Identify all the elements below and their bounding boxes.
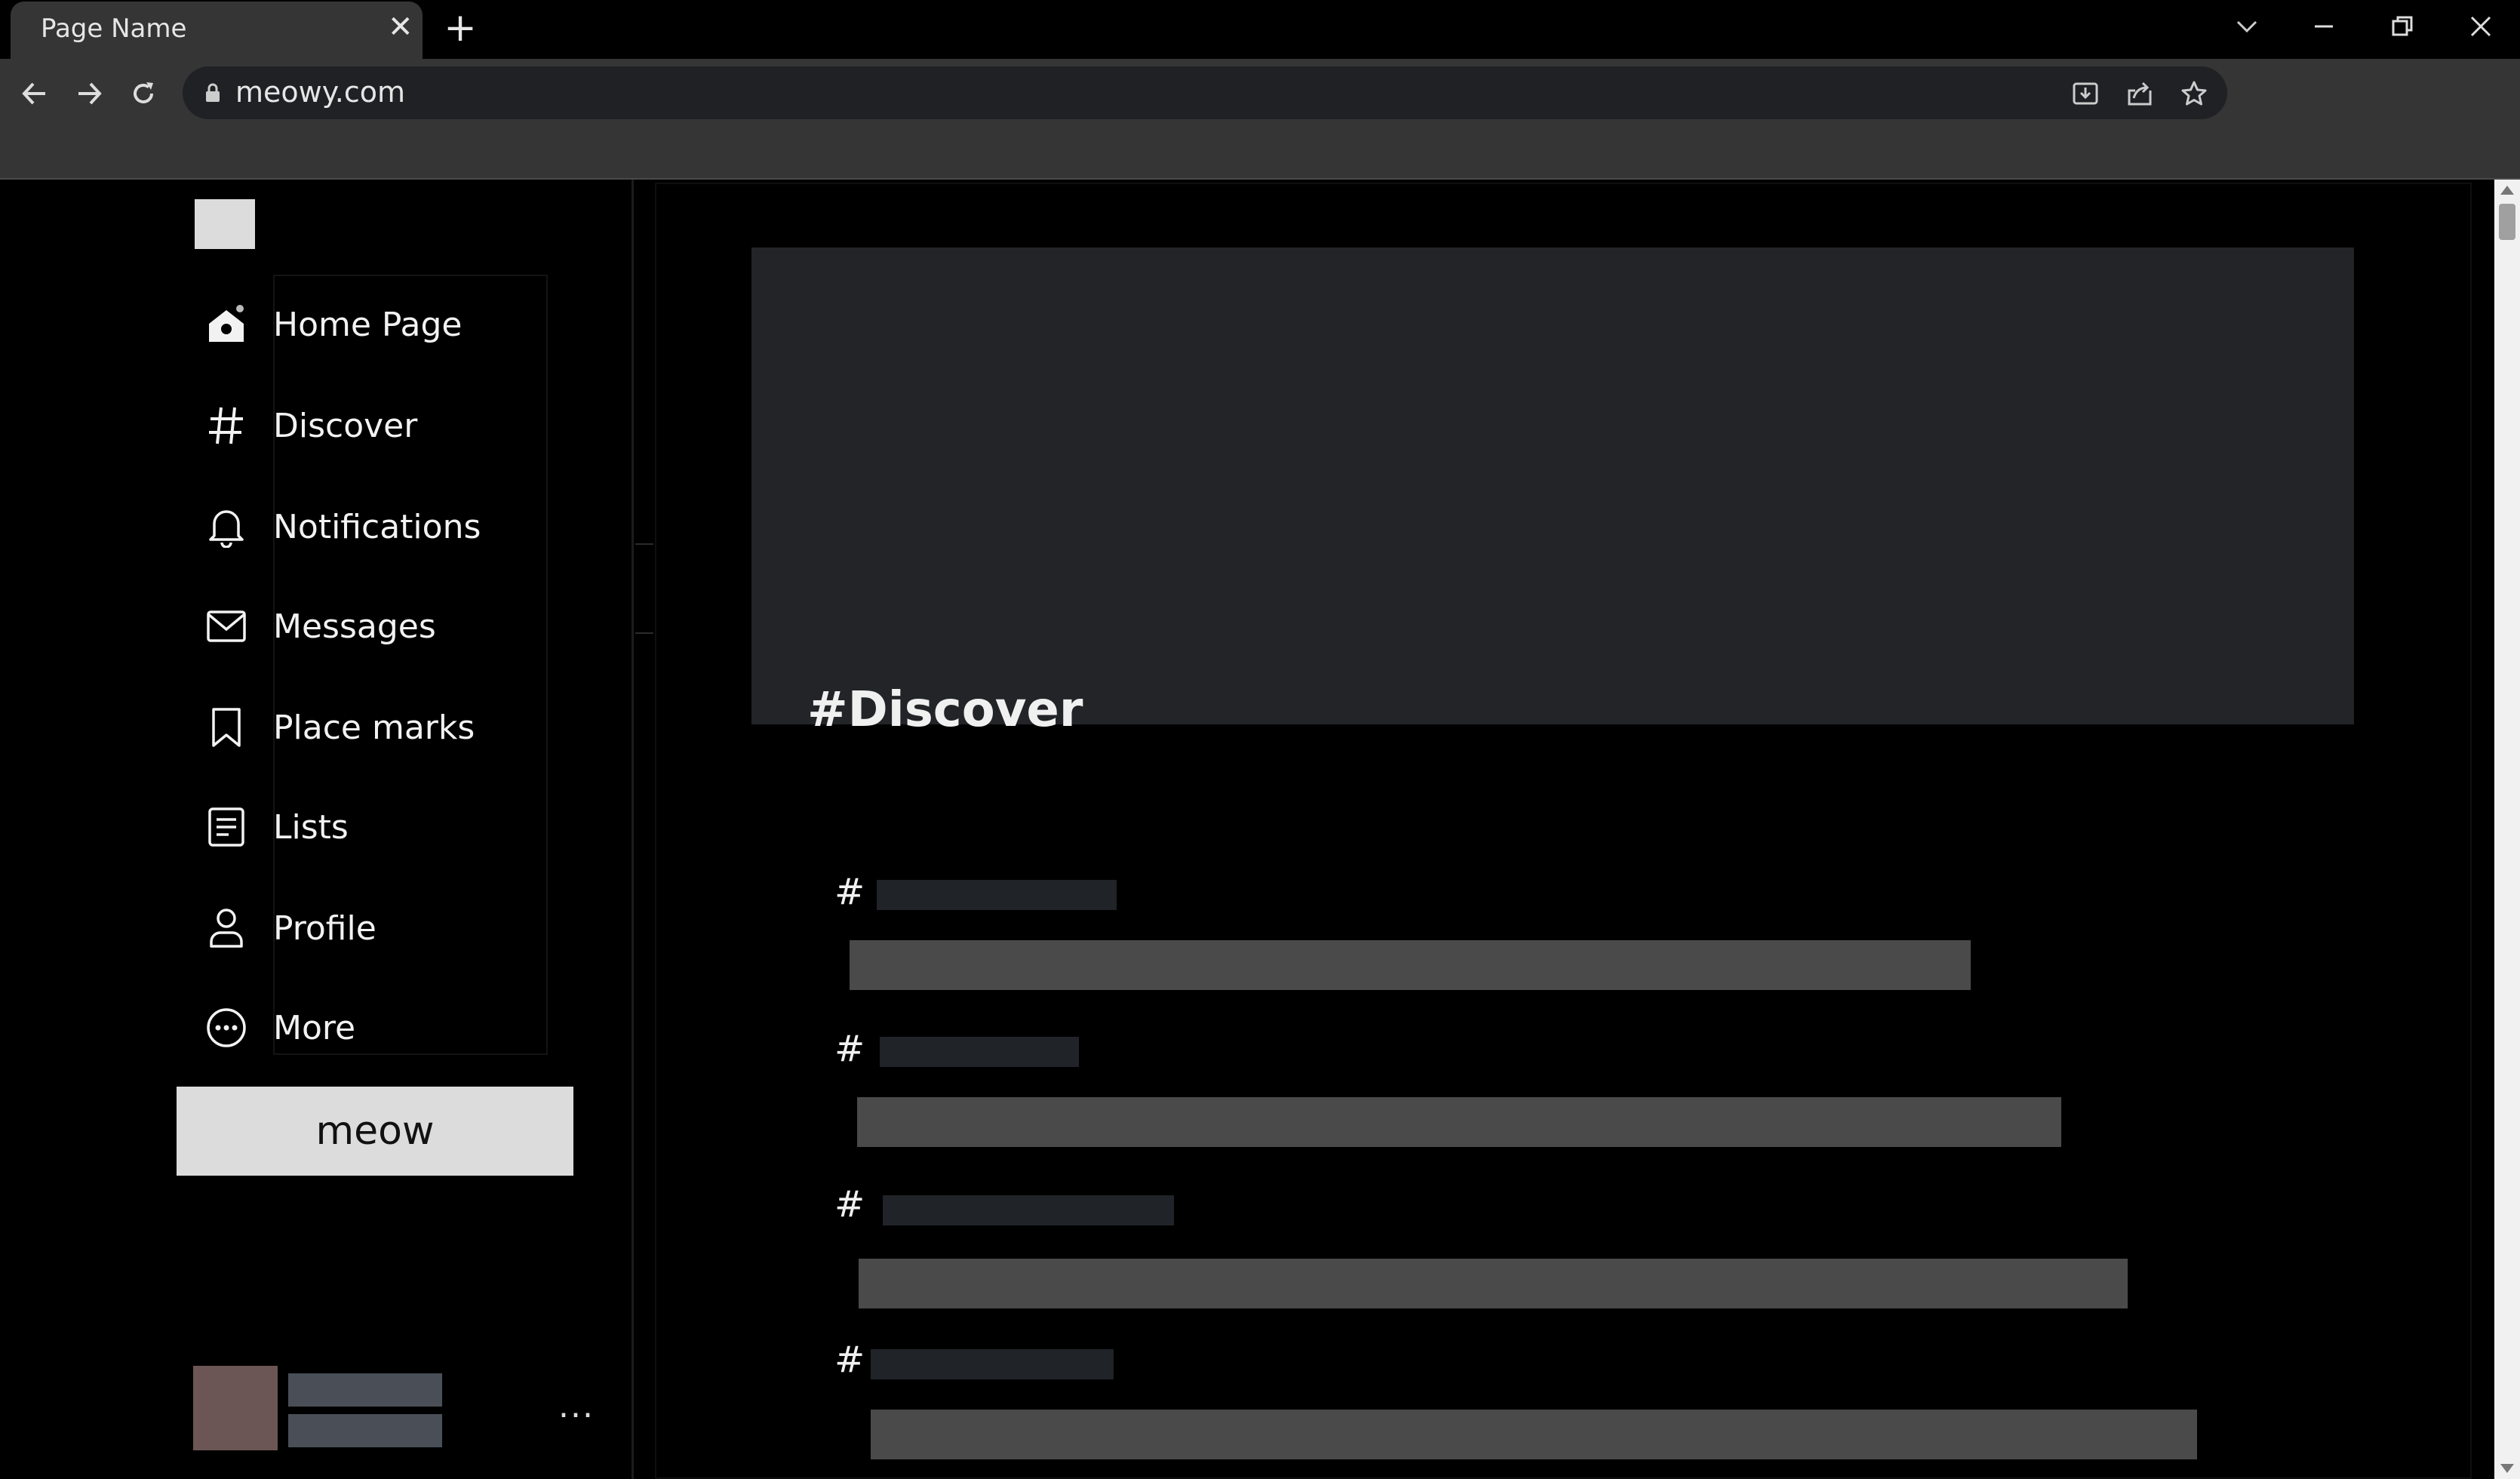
nav-label-messages: Messages [273, 607, 436, 646]
nav-messages[interactable]: Messages [204, 589, 551, 664]
forward-icon[interactable] [68, 72, 110, 115]
nav-label-notifications: Notifications [273, 507, 481, 546]
lock-icon [206, 83, 220, 102]
bookmark-star-icon[interactable] [2177, 77, 2211, 110]
trend-tag-placeholder[interactable] [871, 1349, 1114, 1379]
bookmark-icon [204, 705, 249, 750]
nav-discover[interactable]: Discover [204, 388, 551, 463]
restore-icon[interactable] [2380, 8, 2425, 45]
nav-label-home: Home Page [273, 305, 463, 344]
user-handle-placeholder [288, 1414, 442, 1447]
tab-title: Page Name [41, 14, 187, 44]
nav-label-place-marks: Place marks [273, 708, 475, 747]
divider [635, 543, 653, 545]
trend-tag-placeholder[interactable] [877, 880, 1117, 910]
browser-titlebar: Page Name ✕ + [0, 0, 2520, 59]
share-icon[interactable] [2123, 77, 2156, 110]
sidebar: Home Page Discover Notifications Message… [0, 180, 634, 1479]
tab-search-icon[interactable] [2224, 8, 2270, 45]
back-icon[interactable] [14, 72, 56, 115]
account-more-button[interactable]: ... [558, 1387, 595, 1425]
web-page: Home Page Discover Notifications Message… [0, 180, 2520, 1479]
nav-lists[interactable]: Lists [204, 789, 551, 865]
divider [635, 632, 653, 634]
nav-label-profile: Profile [273, 909, 376, 948]
address-bar[interactable]: meowy.com [183, 66, 2227, 119]
meow-button[interactable]: meow [177, 1087, 573, 1176]
profile-icon [204, 906, 249, 951]
nav-more[interactable]: More [204, 990, 551, 1065]
nav-label-lists: Lists [273, 807, 349, 847]
scroll-down-icon[interactable] [2500, 1464, 2514, 1473]
scroll-up-icon[interactable] [2500, 186, 2514, 195]
trend-hash: # [834, 1028, 865, 1070]
hashtag-icon [204, 403, 249, 448]
nav-place-marks[interactable]: Place marks [204, 690, 551, 765]
more-circle-icon [204, 1005, 249, 1050]
nav-home-page[interactable]: Home Page [204, 287, 551, 362]
trend-hash: # [834, 1339, 865, 1381]
trend-hash: # [834, 871, 865, 913]
page-title: #Discover [807, 682, 1083, 738]
new-tab-button[interactable]: + [444, 8, 477, 48]
avatar[interactable] [193, 1366, 278, 1450]
mail-icon [204, 604, 249, 649]
trend-hash: # [834, 1183, 865, 1225]
page-scrollbar[interactable] [2494, 180, 2520, 1479]
trend-description-placeholder[interactable] [859, 1259, 2128, 1308]
tab-close-icon[interactable]: ✕ [388, 12, 413, 42]
home-icon [204, 302, 249, 347]
nav-label-discover: Discover [273, 406, 418, 445]
install-app-icon[interactable] [2069, 77, 2102, 110]
reload-icon[interactable] [122, 72, 164, 115]
nav-label-more: More [273, 1008, 356, 1047]
nav-notifications[interactable]: Notifications [204, 489, 551, 564]
browser-tab[interactable]: Page Name ✕ [11, 2, 423, 59]
nav-profile[interactable]: Profile [204, 890, 551, 966]
trend-description-placeholder[interactable] [850, 940, 1971, 990]
list-icon [204, 804, 249, 850]
url-text[interactable]: meowy.com [235, 75, 405, 109]
minimize-icon[interactable] [2301, 8, 2346, 45]
site-logo[interactable] [195, 199, 255, 249]
close-window-icon[interactable] [2458, 8, 2503, 45]
browser-toolbar: meowy.com [0, 59, 2520, 180]
scroll-thumb[interactable] [2499, 204, 2515, 240]
bell-icon [204, 504, 249, 549]
user-name-placeholder [288, 1373, 442, 1407]
trend-description-placeholder[interactable] [871, 1410, 2197, 1459]
main-content: #Discover # # # # [655, 183, 2472, 1479]
discover-banner [751, 248, 2354, 724]
trend-tag-placeholder[interactable] [880, 1037, 1079, 1067]
trend-description-placeholder[interactable] [857, 1097, 2061, 1147]
trend-tag-placeholder[interactable] [883, 1195, 1174, 1225]
